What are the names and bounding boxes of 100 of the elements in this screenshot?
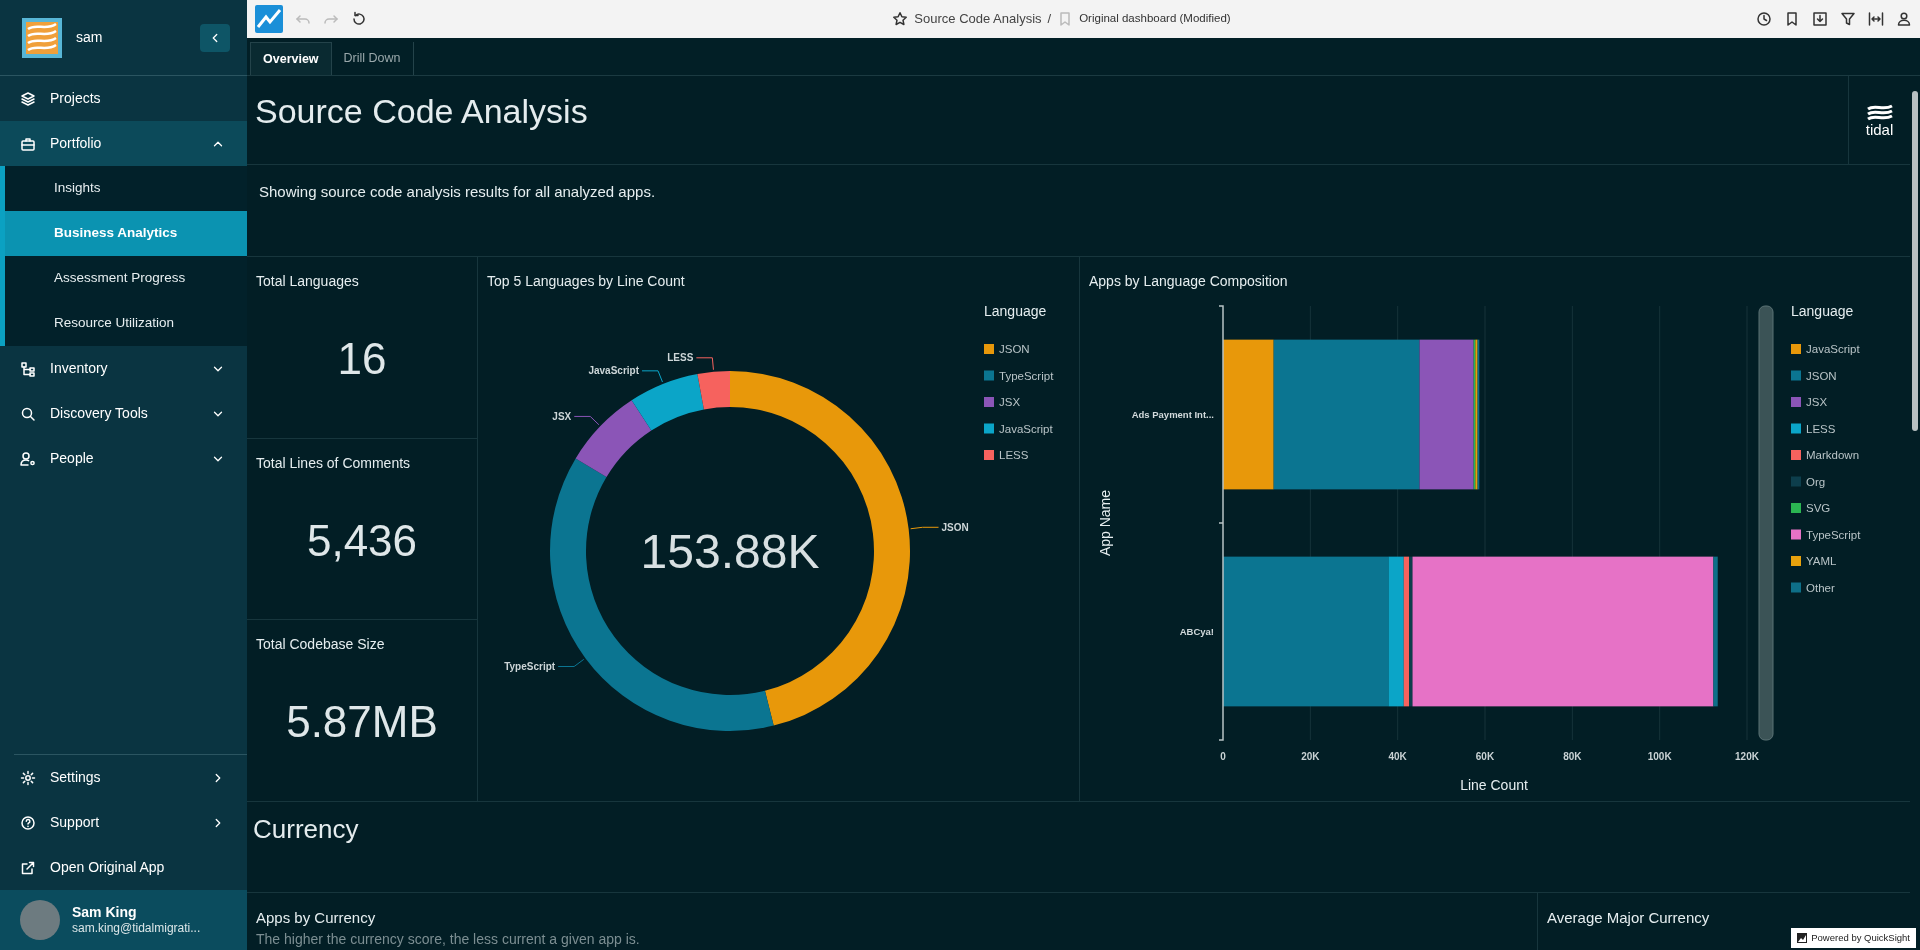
donut-total: 153.88K (640, 524, 820, 578)
leader-line (641, 370, 663, 383)
chart-title: Apps by Language Composition (1089, 271, 1289, 291)
legend-label[interactable]: Markdown (1806, 448, 1860, 461)
wave-logo-icon (1866, 103, 1893, 122)
section-title: Currency (253, 813, 360, 847)
external-link-icon (20, 859, 36, 876)
settings-icon (20, 769, 36, 786)
donut-slice[interactable] (697, 370, 730, 410)
bar-segment[interactable] (1419, 339, 1474, 490)
kpi-title: Total Languages (256, 271, 360, 291)
search-icon (20, 405, 36, 422)
sidebar-item[interactable]: Settings (14, 755, 247, 800)
card-title: Apps by Currency (256, 907, 377, 928)
legend-label[interactable]: JSX (999, 395, 1021, 408)
user-icon[interactable] (1896, 11, 1912, 27)
legend-label[interactable]: JSON (999, 342, 1030, 355)
bookmark-icon[interactable] (1784, 11, 1800, 27)
download-icon[interactable] (1812, 11, 1828, 27)
breadcrumb-separator: / (1047, 10, 1052, 29)
slice-label: JSON (941, 521, 969, 533)
scrollbar[interactable] (1912, 91, 1918, 431)
legend-label[interactable]: Org (1806, 475, 1826, 488)
sidebar-item[interactable]: People (0, 436, 247, 481)
sidebar-item[interactable]: Inventory (0, 346, 247, 391)
filter-icon[interactable] (1840, 11, 1856, 27)
powered-by-badge[interactable]: Powered by QuickSight (1791, 927, 1916, 948)
brand-name: tidal (1865, 121, 1894, 137)
axis-tick-label: 100K (1647, 750, 1672, 762)
sidebar-item[interactable]: Open Original App (14, 845, 247, 890)
leader-line (910, 526, 940, 529)
user-name: Sam King (72, 903, 138, 921)
legend-label[interactable]: YAML (1806, 554, 1837, 567)
kpi-value: 5.87MB (285, 696, 439, 749)
sheet-description: Showing source code analysis results for all analyzed apps. (247, 165, 1910, 257)
donut-slice[interactable] (575, 400, 652, 477)
submenu-item[interactable]: Business Analytics (5, 211, 247, 256)
submenu-item[interactable]: Assessment Progress (5, 256, 247, 301)
legend-label[interactable]: TypeScript (999, 369, 1054, 382)
axis-tick-label: 20K (1301, 750, 1320, 762)
category-label: Ads Payment Int... (1131, 408, 1214, 420)
hierarchy-icon (20, 360, 36, 377)
briefcase-icon (20, 135, 36, 152)
submenu-item[interactable]: Insights (5, 166, 247, 211)
legend-label[interactable]: JavaScript (999, 422, 1053, 435)
legend-title: Language (1791, 302, 1854, 319)
kpi-value: 5,436 (305, 514, 419, 567)
clock-icon[interactable] (1756, 11, 1772, 27)
bar-segment[interactable] (1713, 556, 1718, 707)
bookmark-name: Original dashboard (Modified) (1079, 11, 1231, 27)
kpi-value: 16 (336, 332, 388, 385)
sidebar-item[interactable]: Discovery Tools (0, 391, 247, 436)
kpi-title: Total Codebase Size (256, 635, 386, 655)
chart-title: Top 5 Languages by Line Count (487, 271, 686, 291)
submenu-item[interactable]: Resource Utilization (5, 301, 247, 346)
user-gear-icon (20, 450, 36, 467)
dashboard-title: Source Code Analysis (914, 10, 1042, 29)
axis-title: Line Count (1460, 776, 1528, 793)
sidebar-item[interactable]: Portfolio (0, 121, 247, 166)
legend-label[interactable]: TypeScript (1806, 528, 1861, 541)
range-slider[interactable] (1758, 305, 1774, 741)
layers-icon (20, 90, 36, 107)
wave-logo-icon (22, 17, 62, 58)
axis-tick-label: 80K (1563, 750, 1582, 762)
axis-tick-label: 120K (1735, 750, 1759, 762)
collapse-sidebar-button[interactable] (200, 23, 230, 52)
sheet-tab[interactable]: Drill Down (331, 42, 414, 75)
axis-tick-label: 40K (1388, 750, 1407, 762)
leader-line (695, 357, 714, 370)
reset-icon[interactable] (351, 11, 367, 27)
legend-label[interactable]: SVG (1806, 501, 1831, 514)
card-title: Average Major Currency (1547, 907, 1711, 928)
category-label: ABCya! (1179, 625, 1214, 637)
bar-segment[interactable] (1223, 339, 1274, 490)
slice-label: TypeScript (504, 660, 556, 672)
legend-label[interactable]: JavaScript (1806, 342, 1860, 355)
axis-tick-label: 0 (1220, 750, 1226, 762)
fit-width-icon[interactable] (1868, 11, 1884, 27)
legend-label[interactable]: LESS (1806, 422, 1836, 435)
leader-line (573, 415, 600, 425)
bar-segment[interactable] (1403, 556, 1409, 707)
bar-segment[interactable] (1409, 556, 1413, 707)
slice-label: JSX (552, 410, 572, 422)
bar-segment[interactable] (1388, 556, 1404, 707)
axis-title: App Name (1097, 489, 1113, 556)
legend-label[interactable]: JSX (1806, 395, 1828, 408)
sheet-tab[interactable]: Overview (250, 42, 332, 75)
star-icon[interactable] (892, 11, 909, 27)
user-email: sam.king@tidalmigrati... (72, 920, 201, 937)
slice-label: LESS (667, 352, 694, 364)
legend-label[interactable]: Other (1806, 581, 1835, 594)
card-description: The higher the currency score, the less current a given app is. (256, 930, 641, 949)
legend-label[interactable]: LESS (999, 448, 1029, 461)
legend-label[interactable]: JSON (1806, 369, 1837, 382)
avatar (20, 900, 60, 940)
user-panel[interactable]: Sam King sam.king@tidalmigrati... (0, 890, 247, 950)
app-logo-icon[interactable] (255, 5, 283, 33)
sidebar-item[interactable]: Projects (0, 76, 247, 121)
organization-name: sam (76, 28, 104, 47)
sidebar-item[interactable]: Support (14, 800, 247, 845)
